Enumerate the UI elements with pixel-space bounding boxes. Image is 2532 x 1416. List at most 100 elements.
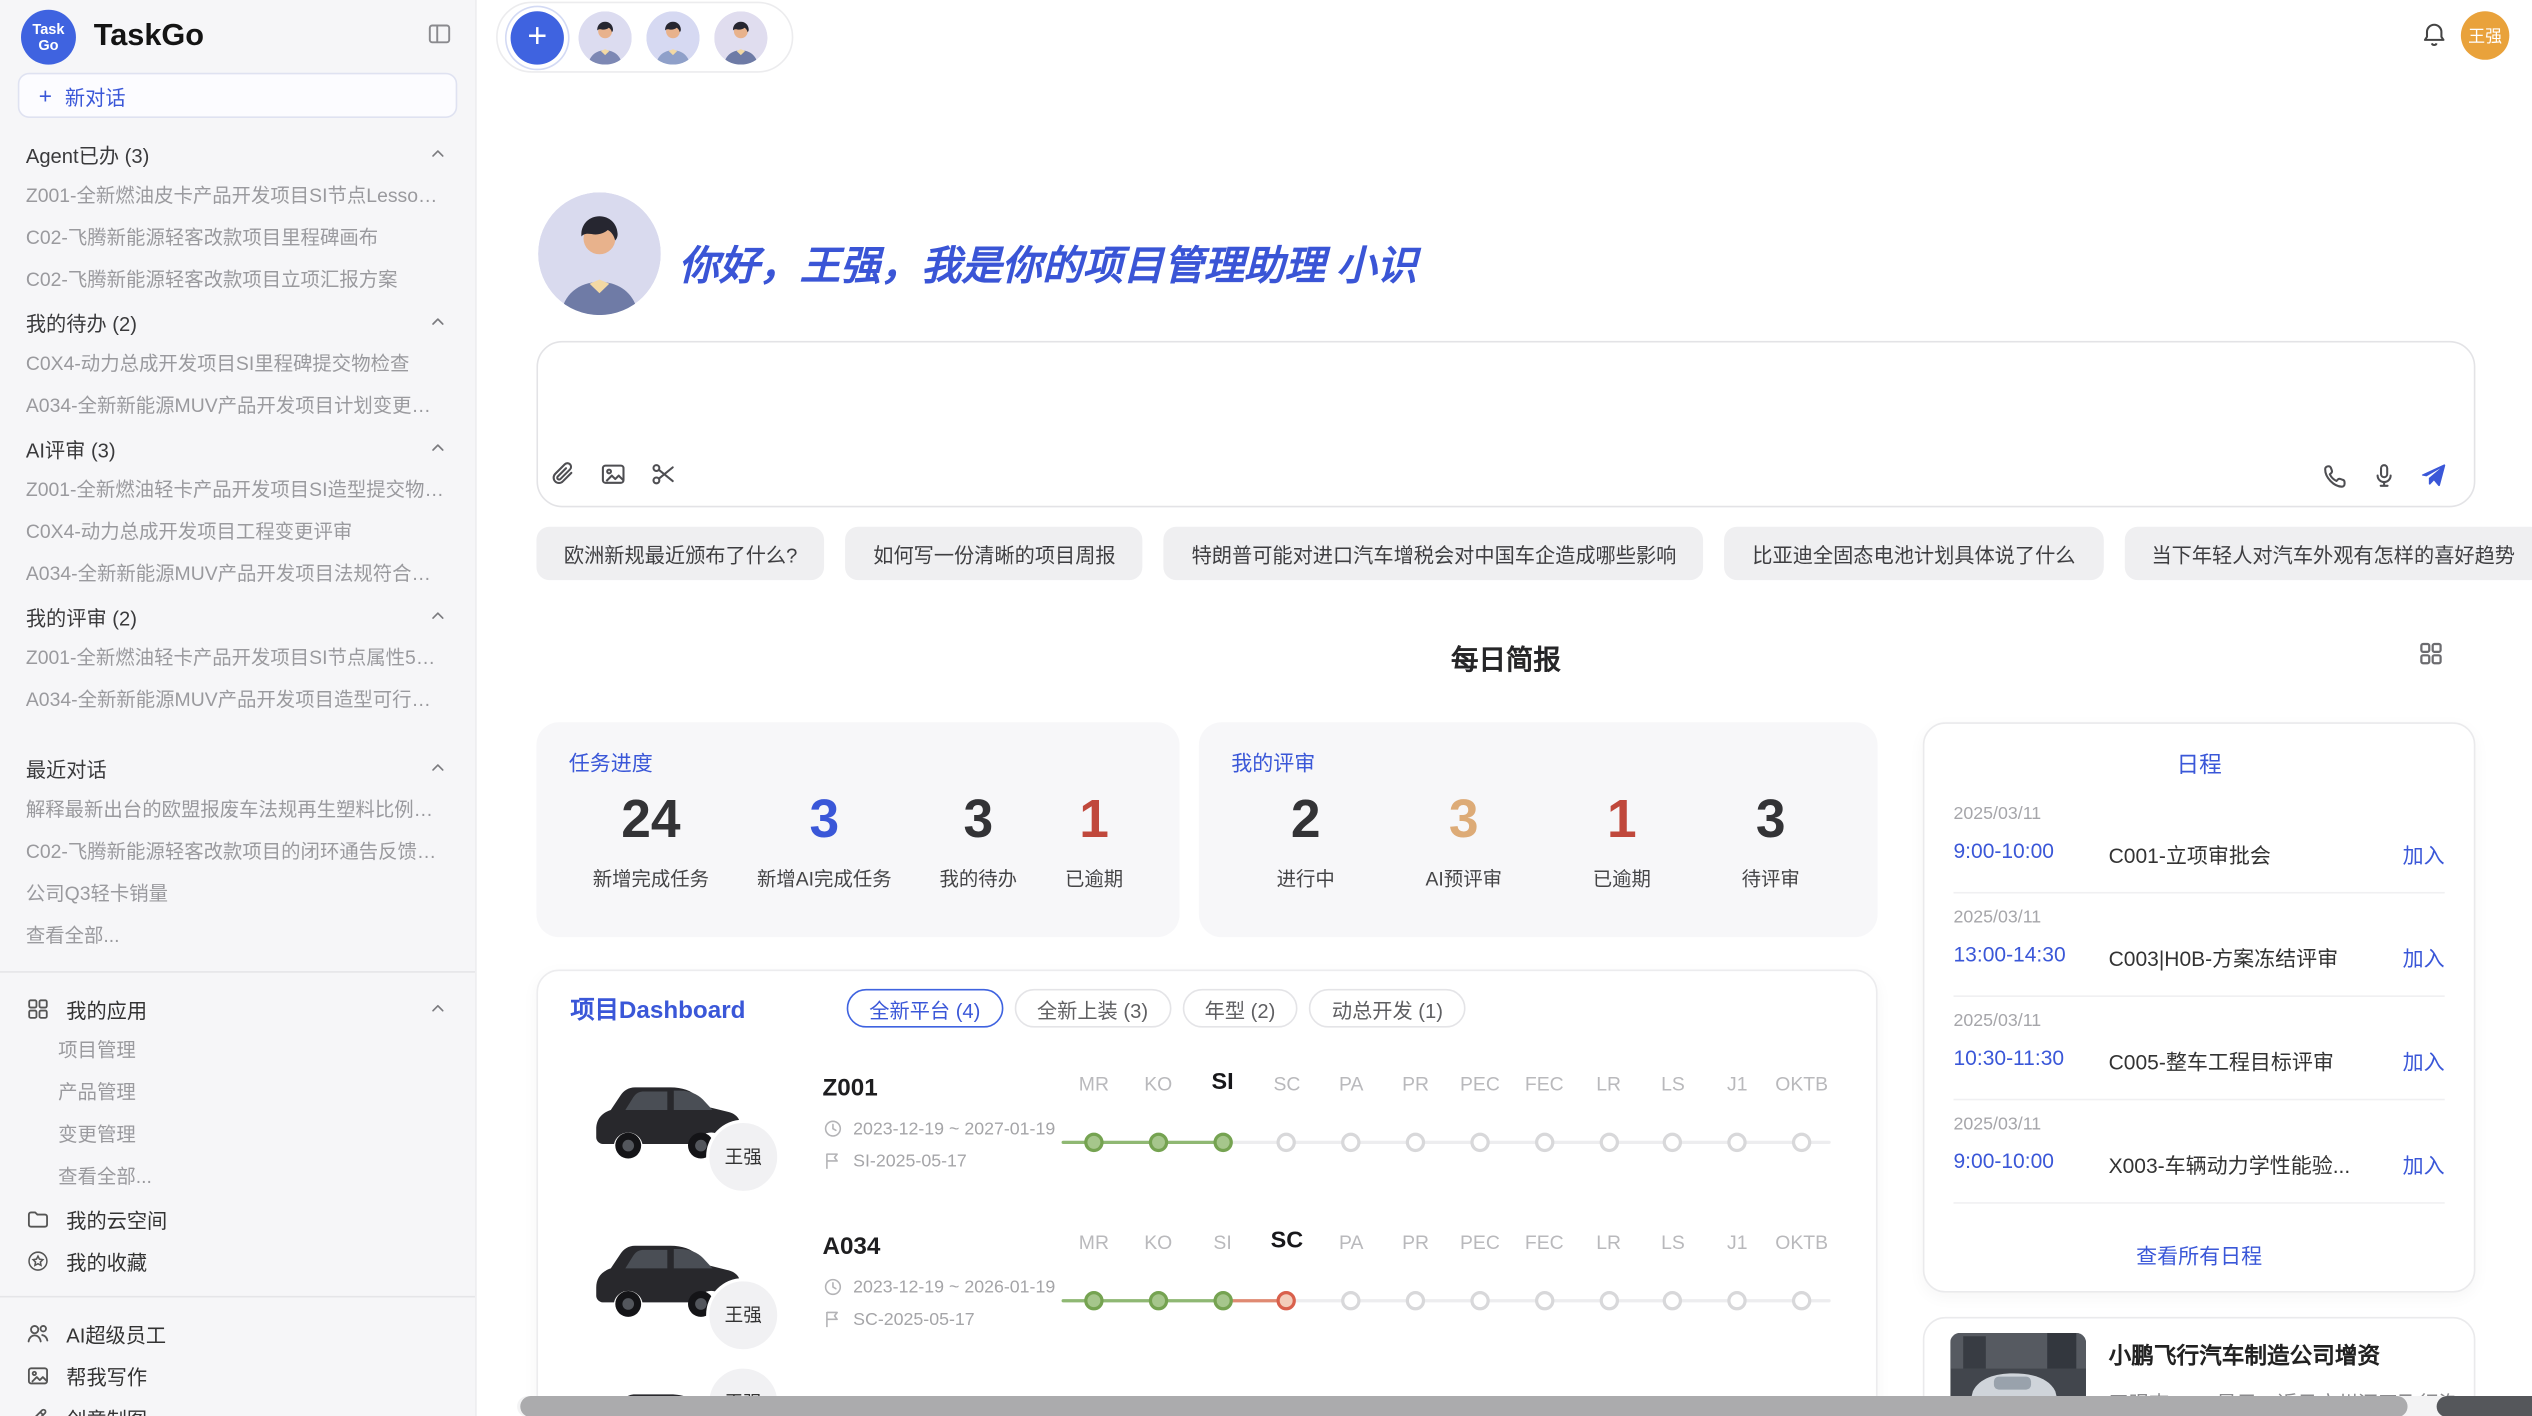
add-agent-button[interactable]: + <box>511 11 564 64</box>
sidebar-item[interactable]: A034-全新新能源MUV产品开发项目造型可行性评审 <box>0 679 477 721</box>
panel-toggle-icon[interactable] <box>427 21 453 47</box>
sidebar-section-header[interactable]: AI评审 (3) <box>0 427 477 469</box>
suggestion-chip[interactable]: 欧洲新规最近颁布了什么? <box>536 527 824 580</box>
project-row[interactable]: 王强A0342023-12-19 ~ 2026-01-19SC-2025-05-… <box>538 1217 1877 1375</box>
schedule-title: 日程 <box>1924 748 2473 780</box>
schedule-join-link[interactable]: 加入 <box>2403 839 2445 870</box>
stat-label: 新增AI完成任务 <box>757 864 892 891</box>
stat-value: 24 <box>621 789 680 850</box>
sidebar-header: Task Go TaskGo <box>21 10 204 65</box>
view-all-schedule-link[interactable]: 查看所有日程 <box>1924 1239 2473 1270</box>
user-avatar[interactable]: 王强 <box>2461 11 2509 59</box>
dashboard-tab[interactable]: 年型 (2) <box>1182 989 1298 1028</box>
chevron-up-icon[interactable] <box>428 606 447 625</box>
stat: 24新增完成任务 <box>593 789 709 892</box>
schedule-date: 2025/03/11 <box>1954 1115 2042 1134</box>
sidebar-item[interactable]: Z001-全新燃油轻卡产品开发项目SI节点属性5D文件评审 <box>0 637 477 679</box>
composer-left-tools <box>549 461 677 488</box>
sidebar-link[interactable]: 我的收藏 <box>0 1239 477 1281</box>
paperclip-icon[interactable] <box>549 461 576 488</box>
sidebar-tool-link[interactable]: 帮我写作 <box>0 1354 477 1396</box>
milestone-label: LS <box>1661 1073 1685 1096</box>
dashboard-tab[interactable]: 全新平台 (4) <box>847 989 1003 1028</box>
sidebar-item[interactable]: A034-全新新能源MUV产品开发项目法规符合性评审 <box>0 553 477 595</box>
schedule-event-title: C003|H0B-方案冻结评审 <box>2109 942 2339 973</box>
scrollbar-corner[interactable] <box>2437 1396 2532 1416</box>
stat-value: 3 <box>809 789 839 850</box>
agent-avatar[interactable] <box>714 11 767 64</box>
schedule-join-link[interactable]: 加入 <box>2403 1045 2445 1076</box>
milestone-dot <box>1084 1133 1103 1152</box>
suggestion-chip[interactable]: 如何写一份清晰的项目周报 <box>846 527 1143 580</box>
sidebar-section-header[interactable]: 我的评审 (2) <box>0 595 477 637</box>
sidebar-section-label: 我的待办 (2) <box>26 306 428 337</box>
sidebar-item[interactable]: A034-全新新能源MUV产品开发项目计划变更表编写 <box>0 385 477 427</box>
briefing-layout-icon[interactable] <box>2417 640 2444 667</box>
sidebar-section-label: Agent已办 (3) <box>26 138 428 169</box>
project-dates-text: 2023-12-19 ~ 2026-01-19 <box>853 1277 1055 1296</box>
sidebar-recent-item[interactable]: 公司Q3轻卡销量 <box>0 873 477 915</box>
sidebar-item[interactable]: C0X4-动力总成开发项目SI里程碑提交物检查 <box>0 343 477 385</box>
apps-grid-icon <box>26 996 50 1020</box>
sidebar-view-all-link[interactable]: 查看全部... <box>0 915 477 957</box>
schedule-date: 2025/03/11 <box>1954 908 2042 927</box>
stat-label: 已逾期 <box>1065 864 1123 891</box>
sidebar-section-header[interactable]: 最近对话 <box>0 746 477 788</box>
dashboard-tab[interactable]: 全新上装 (3) <box>1014 989 1170 1028</box>
phone-icon[interactable] <box>2322 461 2349 490</box>
send-icon[interactable] <box>2419 461 2448 490</box>
sidebar: Task Go TaskGo + 新对话 Agent已办 (3) Z001-全新燃… <box>0 0 477 1416</box>
milestone-label: KO <box>1144 1231 1172 1254</box>
photo-icon[interactable] <box>599 461 626 488</box>
chevron-up-icon[interactable] <box>428 999 447 1018</box>
schedule-item: 2025/03/1113:00-14:30C003|H0B-方案冻结评审加入 <box>1954 894 2445 997</box>
suggestion-chip[interactable]: 特朗普可能对进口汽车增税会对中国车企造成哪些影响 <box>1164 527 1704 580</box>
sidebar-item[interactable]: Z001-全新燃油皮卡产品开发项目SI节点Lesson Learn报告 <box>0 175 477 217</box>
schedule-join-link[interactable]: 加入 <box>2403 1149 2445 1180</box>
project-row[interactable]: 王强Z0012023-12-19 ~ 2027-01-19SI-2025-05-… <box>538 1058 1877 1216</box>
sidebar-section-header[interactable]: Agent已办 (3) <box>0 132 477 174</box>
mic-icon[interactable] <box>2370 461 2397 490</box>
schedule-time: 9:00-10:00 <box>1954 839 2054 863</box>
stat: 3 新增AI完成任务 <box>757 789 892 892</box>
sidebar-item[interactable]: Z001-全新燃油轻卡产品开发项目SI造型提交物评审 <box>0 469 477 511</box>
milestone-label: PA <box>1339 1073 1363 1096</box>
horizontal-scrollbar-thumb[interactable] <box>520 1396 2407 1416</box>
chevron-up-icon[interactable] <box>428 438 447 457</box>
sidebar-item[interactable]: C02-飞腾新能源轻客改款项目立项汇报方案 <box>0 259 477 301</box>
sidebar-app-item[interactable]: 项目管理 <box>0 1029 477 1071</box>
sidebar-recent-item[interactable]: C02-飞腾新能源轻客改款项目的闭环通告反馈情况 <box>0 831 477 873</box>
sidebar-section-header[interactable]: 我的待办 (2) <box>0 301 477 343</box>
sidebar-link[interactable]: 我的云空间 <box>0 1197 477 1239</box>
notification-bell-icon[interactable] <box>2420 21 2447 48</box>
agent-avatar[interactable] <box>646 11 699 64</box>
assistant-avatar <box>538 192 661 315</box>
sidebar-tool-link[interactable]: AI超级员工 <box>0 1312 477 1354</box>
sidebar-app-item[interactable]: 查看全部... <box>0 1155 477 1197</box>
schedule-time: 9:00-10:00 <box>1954 1149 2054 1173</box>
sidebar-recent-item[interactable]: 解释最新出台的欧盟报废车法规再生塑料比例被调至15%... <box>0 789 477 831</box>
dashboard-tab[interactable]: 动总开发 (1) <box>1309 989 1465 1028</box>
new-chat-button[interactable]: + 新对话 <box>18 73 457 118</box>
sidebar-app-item[interactable]: 产品管理 <box>0 1071 477 1113</box>
scissors-icon[interactable] <box>650 461 677 488</box>
agent-avatar[interactable] <box>578 11 631 64</box>
suggestion-chip[interactable]: 当下年轻人对汽车外观有怎样的喜好趋势 <box>2124 527 2532 580</box>
suggestion-chip[interactable]: 比亚迪全固态电池计划具体说了什么 <box>1725 527 2103 580</box>
chevron-up-icon[interactable] <box>428 758 447 777</box>
milestone-dot <box>1342 1133 1361 1152</box>
sidebar-apps-header[interactable]: 我的应用 <box>0 987 477 1029</box>
schedule-join-link[interactable]: 加入 <box>2403 942 2445 973</box>
sidebar-tool-link[interactable]: 创意制图 <box>0 1396 477 1416</box>
milestone-label: OKTB <box>1775 1073 1828 1096</box>
schedule-item: 2025/03/119:00-10:00C001-立项审批会加入 <box>1954 790 2445 893</box>
sidebar-item[interactable]: C0X4-动力总成开发项目工程变更评审 <box>0 511 477 553</box>
chevron-up-icon[interactable] <box>428 312 447 331</box>
sidebar-app-item[interactable]: 变更管理 <box>0 1113 477 1155</box>
app-title: TaskGo <box>94 19 204 55</box>
chevron-up-icon[interactable] <box>428 144 447 163</box>
sidebar-item[interactable]: C02-飞腾新能源轻客改款项目里程碑画布 <box>0 217 477 259</box>
chat-input[interactable]: 请输入... <box>536 341 2475 507</box>
app-logo: Task Go <box>21 10 76 65</box>
schedule-item: 2025/03/119:00-10:00X003-车辆动力学性能验...加入 <box>1954 1100 2445 1203</box>
